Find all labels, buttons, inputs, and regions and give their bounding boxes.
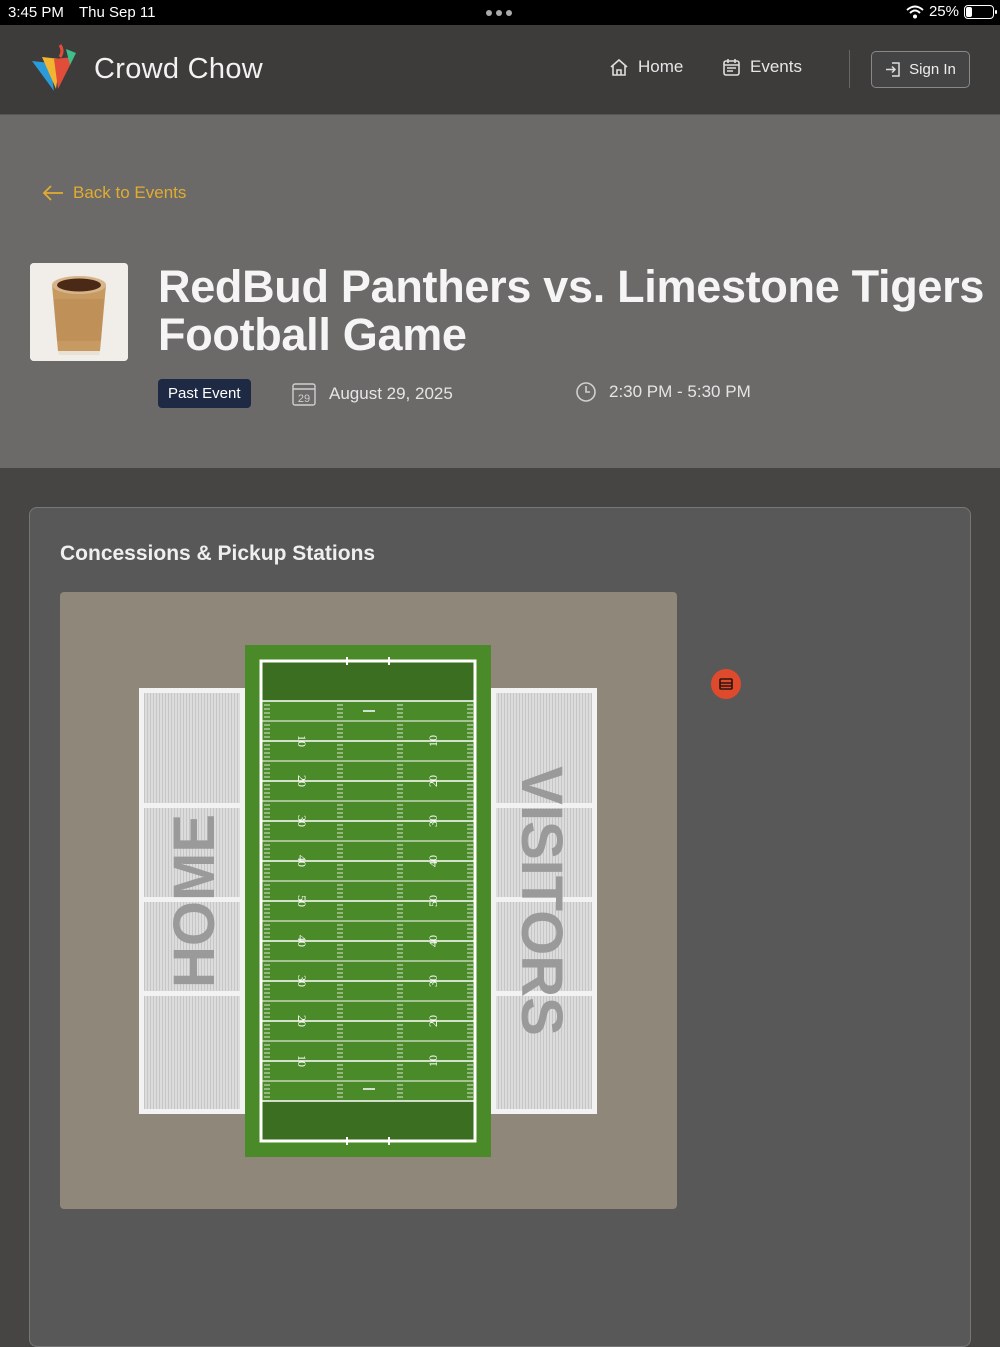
yard-number: 40: [295, 935, 309, 947]
event-time-text: 2:30 PM - 5:30 PM: [609, 382, 751, 401]
calendar-date-icon: 29: [292, 383, 316, 406]
yard-number: 10: [295, 1055, 309, 1067]
yard-number: 50: [426, 895, 440, 907]
stadium-map-svg: HOME VISITORS 10 20 30 40 50 40 30 20 1010203040…: [139, 645, 597, 1157]
top-navbar: Crowd Chow Home Events Sign In: [0, 25, 1000, 115]
nav-divider: [849, 50, 850, 88]
sign-in-icon: [886, 62, 900, 77]
event-title: RedBud Panthers vs. Limestone Tigers Foo…: [158, 261, 985, 360]
yard-number: 40: [295, 855, 309, 867]
event-date: 29 August 29, 2025: [291, 381, 453, 407]
calendar-icon: [723, 58, 740, 76]
status-date: Thu Sep 11: [79, 4, 156, 21]
event-header: Back to Events RedBud Panthers vs. Limes…: [0, 115, 1000, 468]
calendar-day-number: 29: [298, 393, 310, 405]
yard-number: 20: [295, 775, 309, 787]
brand-name: Crowd Chow: [94, 52, 263, 85]
status-time: 3:45 PM: [8, 4, 64, 21]
sign-in-label: Sign In: [909, 61, 956, 78]
home-stand[interactable]: HOME: [139, 688, 245, 1114]
stadium-map[interactable]: HOME VISITORS 10 20 30 40 50 40 30 20 10: [60, 592, 677, 1209]
back-to-events-label: Back to Events: [73, 183, 187, 202]
sign-in-button[interactable]: Sign In: [871, 51, 970, 88]
clock-icon: [576, 382, 596, 402]
visitors-stand[interactable]: VISITORS: [491, 688, 597, 1114]
visitors-stand-label: VISITORS: [509, 766, 574, 1036]
yard-number: 30: [295, 975, 309, 987]
football-field: 10 20 30 40 50 40 30 20 10 10 20 30 40 50 40 30 20 10: [245, 645, 491, 1157]
nav-events-link[interactable]: Events: [722, 57, 802, 77]
arrow-left-icon: [42, 185, 63, 201]
yard-number: 20: [426, 1015, 440, 1027]
yard-number: 40: [426, 935, 440, 947]
event-time: 2:30 PM - 5:30 PM: [575, 381, 751, 403]
home-icon: [610, 58, 628, 76]
crowd-chow-logo-icon: [32, 44, 76, 91]
coffee-cup-icon: [30, 263, 128, 361]
brand[interactable]: Crowd Chow: [30, 43, 263, 95]
yard-number: 30: [295, 815, 309, 827]
yard-number: 30: [426, 975, 440, 987]
event-image: [30, 263, 128, 361]
concession-station-marker[interactable]: [711, 669, 741, 699]
yard-number: 50: [295, 895, 309, 907]
battery-icon: [964, 4, 997, 19]
yard-number: 10: [426, 1055, 440, 1067]
event-date-text: August 29, 2025: [329, 384, 453, 403]
past-event-badge: Past Event: [158, 379, 251, 408]
concessions-card: Concessions & Pickup Stations HOME VISIT…: [29, 507, 971, 1347]
nav-home-link[interactable]: Home: [609, 57, 683, 77]
yard-number: 20: [295, 1015, 309, 1027]
battery-percent: 25%: [928, 3, 959, 20]
multitasking-dots-icon[interactable]: [486, 10, 512, 16]
nav-events-label: Events: [750, 57, 802, 76]
yard-number: 40: [426, 855, 440, 867]
yard-number: 30: [426, 815, 440, 827]
store-icon: [719, 678, 733, 690]
concessions-title: Concessions & Pickup Stations: [60, 542, 376, 565]
yard-number: 10: [295, 735, 309, 747]
yard-number: 10: [426, 735, 440, 747]
back-to-events-link[interactable]: Back to Events: [42, 183, 186, 203]
south-endzone: [262, 1101, 474, 1140]
north-endzone: [262, 662, 474, 701]
home-stand-label: HOME: [162, 814, 227, 988]
yard-number: 20: [426, 775, 440, 787]
wifi-icon: [906, 5, 924, 18]
status-bar: 3:45 PM Thu Sep 11 25%: [0, 0, 1000, 25]
nav-home-label: Home: [638, 57, 684, 76]
